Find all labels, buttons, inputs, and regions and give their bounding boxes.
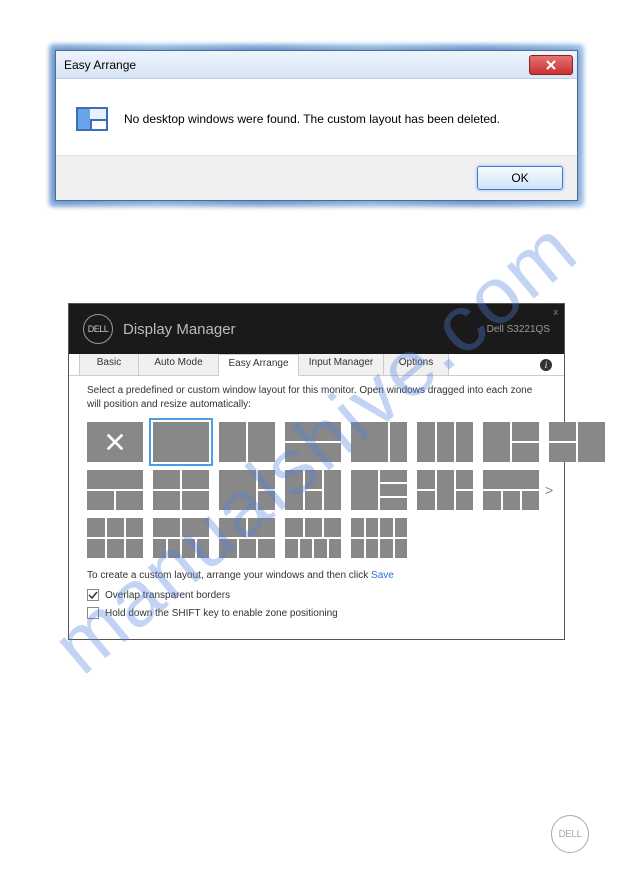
layout-bigleft-2right[interactable]	[219, 470, 275, 510]
tab-easy-arrange[interactable]: Easy Arrange	[219, 354, 299, 376]
layout-left-big[interactable]	[351, 422, 407, 462]
layout-3col[interactable]	[417, 422, 473, 462]
layout-6zone-b[interactable]	[219, 518, 275, 558]
layout-3col-midsplit[interactable]	[285, 470, 341, 510]
x-icon	[104, 431, 126, 453]
layout-2row[interactable]	[285, 422, 341, 462]
instructions-text: Select a predefined or custom window lay…	[87, 384, 546, 412]
easy-arrange-dialog: Easy Arrange No desktop windows were fou…	[55, 50, 578, 201]
dell-display-manager-window: DELL Display Manager Dell S3221QS x Basi…	[68, 303, 565, 640]
layout-8zone[interactable]	[351, 518, 407, 558]
app-title: Display Manager	[123, 321, 236, 338]
info-icon[interactable]: i	[540, 359, 552, 371]
tab-bar: Basic Auto Mode Easy Arrange Input Manag…	[69, 354, 564, 376]
save-link[interactable]: Save	[371, 570, 394, 581]
tab-options[interactable]: Options	[384, 354, 449, 375]
dell-logo-icon: DELL	[83, 314, 113, 344]
dialog-message: No desktop windows were found. The custo…	[124, 112, 500, 126]
dell-footer-logo-icon: DELL	[551, 815, 589, 853]
layout-grid: >	[87, 422, 546, 558]
close-icon	[545, 60, 557, 70]
overlap-label: Overlap transparent borders	[105, 590, 230, 601]
layout-5zone[interactable]	[417, 470, 473, 510]
layout-top-3bottom[interactable]	[483, 470, 539, 510]
shift-checkbox[interactable]	[87, 607, 99, 619]
layout-full[interactable]	[153, 422, 209, 462]
create-layout-text: To create a custom layout, arrange your …	[87, 570, 546, 581]
layout-2x3-left[interactable]	[351, 470, 407, 510]
layout-2col[interactable]	[219, 422, 275, 462]
layout-2left-right[interactable]	[549, 422, 605, 462]
window-header[interactable]: DELL Display Manager Dell S3221QS x	[69, 304, 564, 354]
close-button[interactable]	[529, 55, 573, 75]
layout-2x3[interactable]	[87, 518, 143, 558]
overlap-checkbox[interactable]	[87, 589, 99, 601]
checkmark-icon	[88, 590, 98, 600]
dialog-title: Easy Arrange	[64, 58, 136, 72]
layout-none[interactable]	[87, 422, 143, 462]
layout-7zone[interactable]	[285, 518, 341, 558]
tab-auto-mode[interactable]: Auto Mode	[139, 354, 219, 375]
next-page-arrow[interactable]: >	[545, 482, 557, 498]
layout-icon	[76, 107, 108, 131]
layout-top-2bottom[interactable]	[87, 470, 143, 510]
dialog-titlebar[interactable]: Easy Arrange	[56, 51, 577, 79]
layout-left-2right[interactable]	[483, 422, 539, 462]
window-close-button[interactable]: x	[554, 307, 559, 317]
layout-6zone-a[interactable]	[153, 518, 209, 558]
monitor-name: Dell S3221QS	[487, 324, 550, 335]
shift-label: Hold down the SHIFT key to enable zone p…	[105, 608, 338, 619]
ok-button[interactable]: OK	[477, 166, 563, 190]
layout-quad[interactable]	[153, 470, 209, 510]
tab-input-manager[interactable]: Input Manager	[299, 354, 384, 375]
tab-basic[interactable]: Basic	[79, 354, 139, 375]
